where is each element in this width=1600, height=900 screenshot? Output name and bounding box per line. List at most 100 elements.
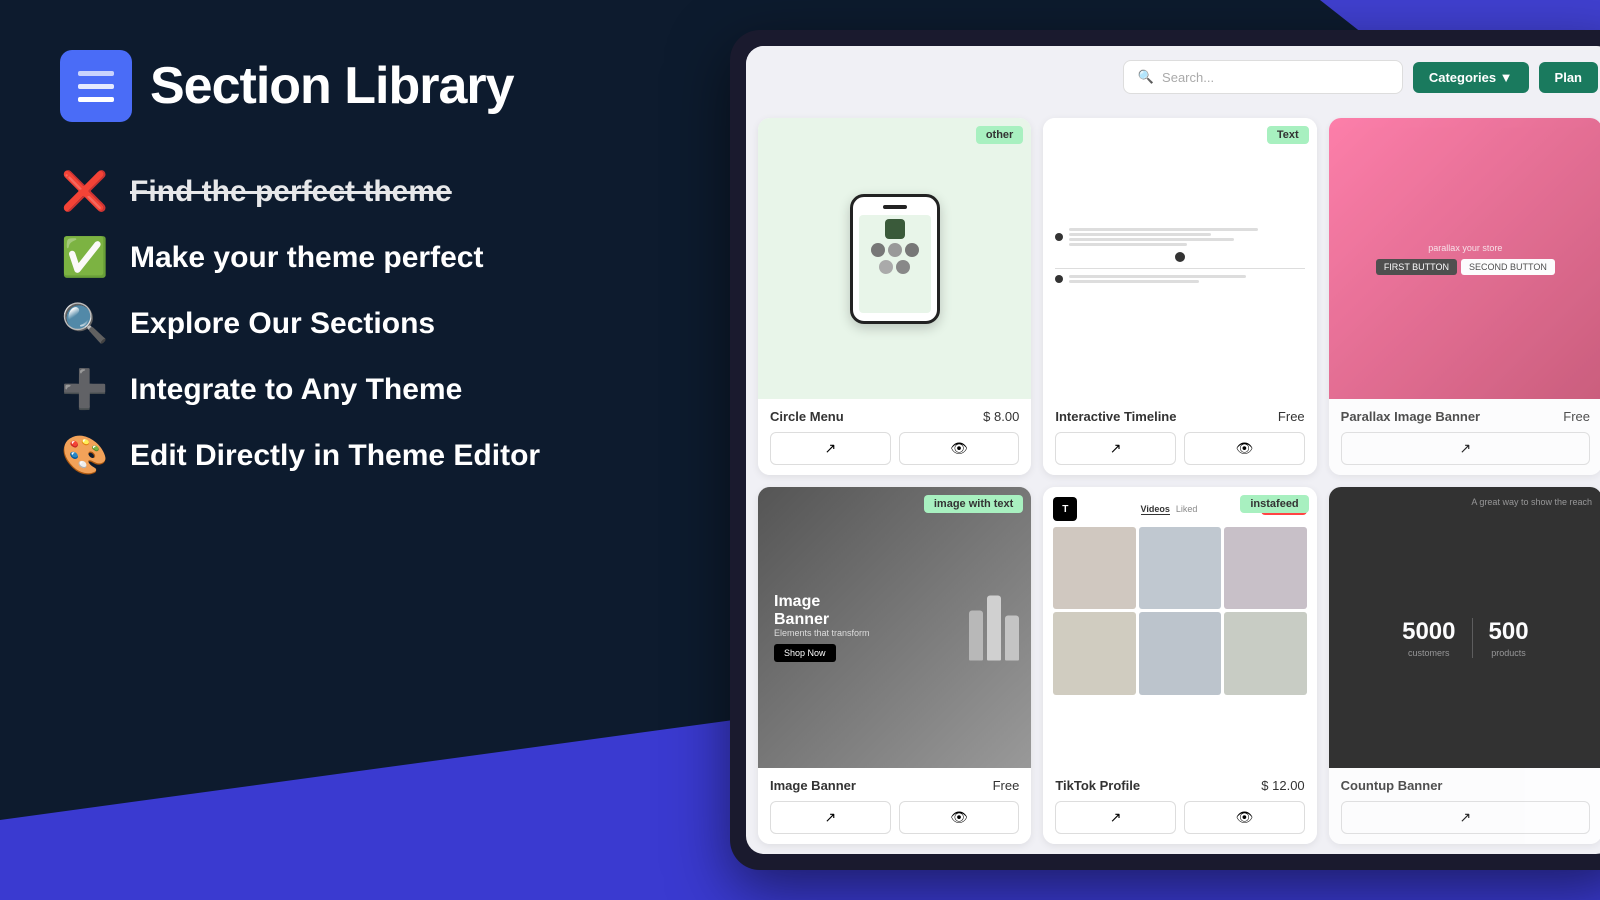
countup-num-1: 5000 bbox=[1402, 618, 1455, 646]
tablet-panel: 🔍 Search... Categories ▼ Plan other bbox=[730, 30, 1600, 870]
phone-circles bbox=[863, 243, 927, 274]
countup-stat-1: 5000 customers bbox=[1402, 618, 1455, 658]
countup-label-1: customers bbox=[1402, 648, 1455, 658]
feature-list: ❌ Find the perfect theme ✅ Make your the… bbox=[60, 170, 660, 478]
card-timeline-external-btn[interactable]: ↗ bbox=[1055, 432, 1176, 465]
tiktok-thumb-1 bbox=[1053, 527, 1135, 609]
ib-title: ImageBanner bbox=[774, 593, 870, 628]
countup-label-2: products bbox=[1489, 648, 1529, 658]
feature-text-3: Explore Our Sections bbox=[130, 307, 435, 341]
feature-icon-1: ❌ bbox=[60, 170, 110, 214]
bottle-3 bbox=[1005, 615, 1019, 660]
tiktok-thumb-4 bbox=[1053, 612, 1135, 694]
card-parallax-footer: Parallax Image Banner Free ↗ bbox=[1329, 399, 1600, 475]
card-image-banner: image with text ImageBanner Elements tha… bbox=[758, 487, 1031, 844]
card-countup-name: Countup Banner bbox=[1341, 778, 1443, 793]
card-image-banner-preview-btn[interactable]: 👁 bbox=[899, 801, 1020, 834]
tablet-screen: 🔍 Search... Categories ▼ Plan other bbox=[746, 46, 1600, 854]
card-parallax: parallax your store FIRST BUTTON SECOND … bbox=[1329, 118, 1600, 475]
badge-text: Text bbox=[1267, 126, 1309, 144]
plan-button[interactable]: Plan bbox=[1539, 62, 1598, 93]
timeline-dot-2 bbox=[1055, 275, 1063, 283]
card-parallax-price: Free bbox=[1563, 409, 1590, 424]
feature-text-1: Find the perfect theme bbox=[130, 175, 452, 209]
feature-item-1: ❌ Find the perfect theme bbox=[60, 170, 660, 214]
card-countup: A great way to show the reach 5000 custo… bbox=[1329, 487, 1600, 844]
badge-other: other bbox=[976, 126, 1024, 144]
app-header: 🔍 Search... Categories ▼ Plan bbox=[746, 46, 1600, 108]
timeline-preview bbox=[1055, 228, 1304, 289]
phone-mockup bbox=[850, 194, 940, 324]
card-image-banner-external-btn[interactable]: ↗ bbox=[770, 801, 891, 834]
countup-stat-2: 500 products bbox=[1489, 618, 1529, 658]
card-circle-menu-preview-btn[interactable]: 👁 bbox=[899, 432, 1020, 465]
feature-icon-5: 🎨 bbox=[60, 434, 110, 478]
image-banner-text: ImageBanner Elements that transform Shop… bbox=[774, 593, 870, 662]
feature-item-4: ➕ Integrate to Any Theme bbox=[60, 368, 660, 412]
card-tiktok-preview-btn[interactable]: 👁 bbox=[1184, 801, 1305, 834]
card-tiktok-image: instafeed T Videos Liked Follow bbox=[1043, 487, 1316, 768]
card-image-banner-price: Free bbox=[993, 778, 1020, 793]
parallax-tagline: parallax your store bbox=[1376, 243, 1555, 253]
timeline-line-1 bbox=[1055, 228, 1304, 246]
phone-circle-5 bbox=[896, 260, 910, 274]
tiktok-thumb-6 bbox=[1224, 612, 1306, 694]
phone-circle-1 bbox=[871, 243, 885, 257]
feature-text-4: Integrate to Any Theme bbox=[130, 373, 462, 407]
tiktok-thumb-2 bbox=[1139, 527, 1221, 609]
card-countup-external-btn[interactable]: ↗ bbox=[1341, 801, 1590, 834]
categories-button[interactable]: Categories ▼ bbox=[1413, 62, 1529, 93]
card-tiktok-title-row: TikTok Profile $ 12.00 bbox=[1055, 778, 1304, 793]
search-bar[interactable]: 🔍 Search... bbox=[1123, 60, 1403, 94]
card-parallax-title-row: Parallax Image Banner Free bbox=[1341, 409, 1590, 424]
card-circle-menu-external-btn[interactable]: ↗ bbox=[770, 432, 891, 465]
tiktok-grid bbox=[1053, 527, 1306, 695]
feature-text-2: Make your theme perfect bbox=[130, 241, 483, 275]
timeline-dot-1 bbox=[1055, 233, 1063, 241]
card-tiktok-footer: TikTok Profile $ 12.00 ↗ 👁 bbox=[1043, 768, 1316, 844]
tiktok-logo-icon: T bbox=[1053, 497, 1077, 521]
phone-logo bbox=[885, 219, 905, 239]
card-parallax-external-btn[interactable]: ↗ bbox=[1341, 432, 1590, 465]
card-image-banner-actions: ↗ 👁 bbox=[770, 801, 1019, 834]
feature-item-5: 🎨 Edit Directly in Theme Editor bbox=[60, 434, 660, 478]
card-image-banner-name: Image Banner bbox=[770, 778, 856, 793]
card-countup-actions: ↗ bbox=[1341, 801, 1590, 834]
card-timeline-image: Text bbox=[1043, 118, 1316, 399]
card-image-banner-title-row: Image Banner Free bbox=[770, 778, 1019, 793]
countup-tagline: A great way to show the reach bbox=[1471, 497, 1592, 507]
card-timeline-actions: ↗ 👁 bbox=[1055, 432, 1304, 465]
card-timeline-footer: Interactive Timeline Free ↗ 👁 bbox=[1043, 399, 1316, 475]
phone-notch bbox=[883, 205, 907, 209]
card-timeline-preview-btn[interactable]: 👁 bbox=[1184, 432, 1305, 465]
tiktok-tab-liked: Liked bbox=[1176, 504, 1198, 515]
bottle-2 bbox=[987, 595, 1001, 660]
logo-layer-3 bbox=[78, 97, 114, 102]
timeline-center-dot bbox=[1175, 252, 1185, 262]
countup-divider bbox=[1472, 618, 1473, 658]
ib-subtitle: Elements that transform bbox=[774, 628, 870, 638]
phone-screen-content bbox=[859, 215, 931, 313]
logo-area: Section Library bbox=[60, 50, 660, 122]
feature-icon-3: 🔍 bbox=[60, 302, 110, 346]
tiktok-tabs: Videos Liked bbox=[1141, 504, 1198, 515]
card-countup-footer: Countup Banner ↗ bbox=[1329, 768, 1600, 844]
card-circle-menu: other bbox=[758, 118, 1031, 475]
tiktok-tab-videos: Videos bbox=[1141, 504, 1170, 515]
tablet-frame: 🔍 Search... Categories ▼ Plan other bbox=[730, 30, 1600, 870]
app-grid: other bbox=[746, 108, 1600, 854]
parallax-btn-2[interactable]: SECOND BUTTON bbox=[1461, 259, 1555, 275]
card-tiktok-external-btn[interactable]: ↗ bbox=[1055, 801, 1176, 834]
card-timeline-title-row: Interactive Timeline Free bbox=[1055, 409, 1304, 424]
card-tiktok-name: TikTok Profile bbox=[1055, 778, 1140, 793]
parallax-btn-1[interactable]: FIRST BUTTON bbox=[1376, 259, 1457, 275]
logo-layer-2 bbox=[78, 84, 114, 89]
card-circle-menu-footer: Circle Menu $ 8.00 ↗ 👁 bbox=[758, 399, 1031, 475]
card-parallax-name: Parallax Image Banner bbox=[1341, 409, 1480, 424]
badge-instafeed: instafeed bbox=[1240, 495, 1308, 513]
ib-shop-button[interactable]: Shop Now bbox=[774, 644, 836, 662]
timeline-text-block-1 bbox=[1069, 228, 1304, 246]
feature-icon-4: ➕ bbox=[60, 368, 110, 412]
feature-text-5: Edit Directly in Theme Editor bbox=[130, 439, 540, 473]
search-placeholder: Search... bbox=[1162, 70, 1214, 85]
